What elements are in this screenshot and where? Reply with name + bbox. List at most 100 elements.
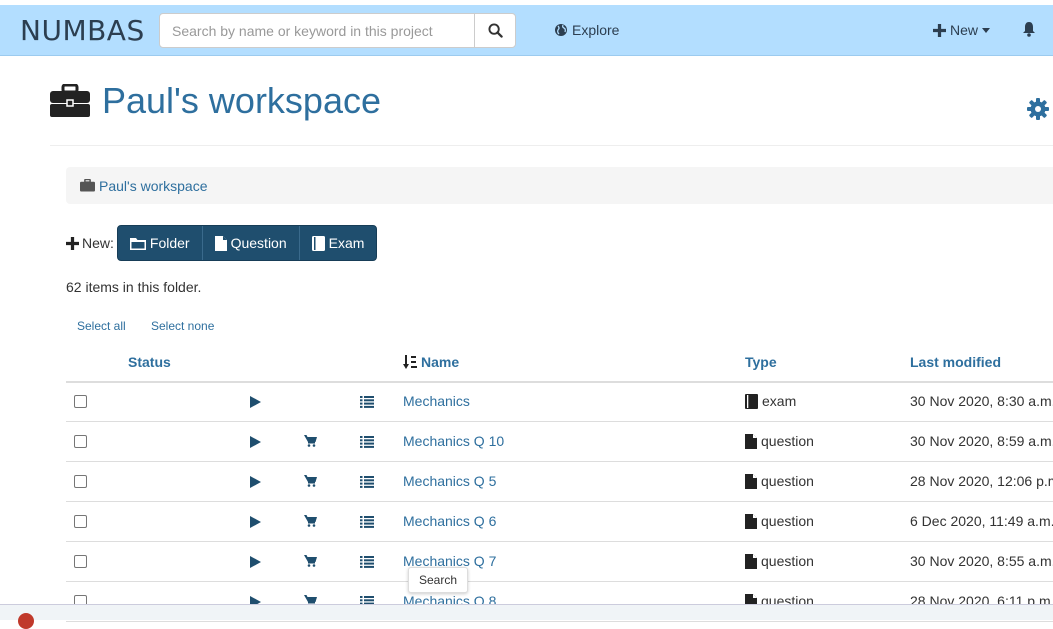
name-column-header[interactable]: Name (403, 354, 459, 370)
explore-label: Explore (572, 22, 620, 38)
run-button[interactable] (250, 515, 261, 533)
settings-button[interactable] (1027, 98, 1049, 125)
sort-alpha-icon (403, 355, 417, 369)
item-name-link[interactable]: Mechanics (403, 393, 470, 409)
item-last-modified: 28 Nov 2020, 12:06 p.m. (910, 473, 1053, 489)
table-row: Mechanics Q 5 question 28 Nov 2020, 12:06 … (66, 462, 1053, 502)
page-title: Paul's workspace (50, 80, 381, 122)
type-header-label: Type (745, 354, 777, 370)
modified-header-label: Last modified (910, 354, 1002, 370)
row-checkbox[interactable] (74, 475, 87, 488)
search-input[interactable] (160, 14, 474, 47)
plus-icon (66, 236, 79, 250)
run-button[interactable] (250, 395, 261, 413)
explore-link[interactable]: Explore (554, 22, 619, 38)
run-button[interactable] (250, 475, 261, 493)
list-icon (360, 436, 374, 448)
run-button[interactable] (250, 435, 261, 453)
new-item-label: New: (66, 235, 114, 251)
exam-book-icon (745, 393, 758, 409)
status-header-label: Status (128, 354, 171, 370)
top-navbar: NUMBAS Explore New (0, 5, 1053, 56)
search-button[interactable] (474, 14, 515, 47)
item-name-link[interactable]: Mechanics Q 6 (403, 513, 496, 529)
table-row: Mechanics Q 7 question 30 Nov 2020, 8:55 a… (66, 542, 1053, 582)
new-menu-label: New (950, 22, 979, 38)
gear-icon (1027, 98, 1049, 120)
item-name-link[interactable]: Mechanics Q 5 (403, 473, 496, 489)
select-all-link[interactable]: Select all (77, 319, 126, 333)
title-divider (50, 145, 1053, 146)
caret-down-icon (982, 27, 991, 33)
table-row: Mechanics exam 30 Nov 2020, 8:30 a.m. (66, 382, 1053, 422)
briefcase-icon (50, 84, 90, 117)
list-icon (360, 556, 374, 568)
play-icon (250, 396, 261, 408)
search-tooltip: Search (408, 567, 469, 593)
taskbar (0, 604, 1053, 629)
details-button[interactable] (360, 515, 374, 533)
name-header-label: Name (421, 354, 460, 370)
item-type: question (745, 433, 814, 449)
row-checkbox[interactable] (74, 435, 87, 448)
add-to-basket-button[interactable] (304, 434, 317, 452)
new-folder-button[interactable]: Folder (118, 226, 203, 260)
row-checkbox[interactable] (74, 515, 87, 528)
play-icon (250, 476, 261, 488)
item-type-label: question (761, 473, 814, 489)
table-row: Mechanics Q 6 question 6 Dec 2020, 11:49 a… (66, 502, 1053, 542)
run-button[interactable] (250, 555, 261, 573)
new-question-button[interactable]: Question (203, 226, 300, 260)
new-item-button-group: Folder Question Exam (116, 225, 378, 261)
list-icon (360, 516, 374, 528)
new-dropdown[interactable]: New (933, 22, 991, 38)
new-folder-label: Folder (149, 235, 190, 251)
item-name-link[interactable]: Mechanics Q 10 (403, 433, 504, 449)
item-type-label: question (761, 433, 814, 449)
question-file-icon (745, 433, 757, 449)
notifications-button[interactable] (1022, 21, 1036, 42)
item-type: exam (745, 393, 796, 409)
brand-logo[interactable]: NUMBAS (20, 14, 145, 47)
add-to-basket-button[interactable] (304, 514, 317, 532)
page-title-text: Paul's workspace (102, 80, 381, 121)
item-type-label: exam (762, 393, 797, 409)
list-icon (360, 476, 374, 488)
play-icon (250, 516, 261, 528)
details-button[interactable] (360, 435, 374, 453)
globe-icon (555, 24, 567, 36)
notification-badge[interactable] (18, 613, 34, 629)
select-none-link[interactable]: Select none (151, 319, 214, 333)
book-icon (311, 235, 325, 251)
type-column-header[interactable]: Type (745, 354, 777, 370)
details-button[interactable] (360, 395, 374, 413)
basket-icon (304, 435, 317, 447)
basket-icon (304, 515, 317, 527)
bell-icon (1023, 22, 1035, 37)
file-icon (214, 235, 227, 251)
details-button[interactable] (360, 555, 374, 573)
item-type: question (745, 553, 814, 569)
row-checkbox[interactable] (74, 395, 87, 408)
add-to-basket-button[interactable] (304, 554, 317, 572)
details-button[interactable] (360, 475, 374, 493)
basket-icon (304, 555, 317, 567)
breadcrumb-workspace-link[interactable]: Paul's workspace (99, 178, 208, 194)
play-icon (250, 556, 261, 568)
plus-icon (933, 23, 946, 37)
modified-column-header[interactable]: Last modified (910, 354, 1001, 370)
item-count: 62 items in this folder. (66, 279, 202, 295)
add-to-basket-button[interactable] (304, 474, 317, 492)
status-column-header[interactable]: Status (128, 354, 171, 370)
item-type: question (745, 473, 814, 489)
item-last-modified: 6 Dec 2020, 11:49 a.m. (910, 513, 1053, 529)
question-file-icon (745, 473, 757, 489)
breadcrumb: Paul's workspace (66, 167, 1053, 204)
folder-icon (129, 237, 146, 250)
row-checkbox[interactable] (74, 555, 87, 568)
play-icon (250, 436, 261, 448)
search-box (159, 13, 516, 48)
new-exam-button[interactable]: Exam (300, 226, 377, 260)
item-type: question (745, 513, 814, 529)
item-last-modified: 30 Nov 2020, 8:55 a.m. (910, 553, 1053, 569)
